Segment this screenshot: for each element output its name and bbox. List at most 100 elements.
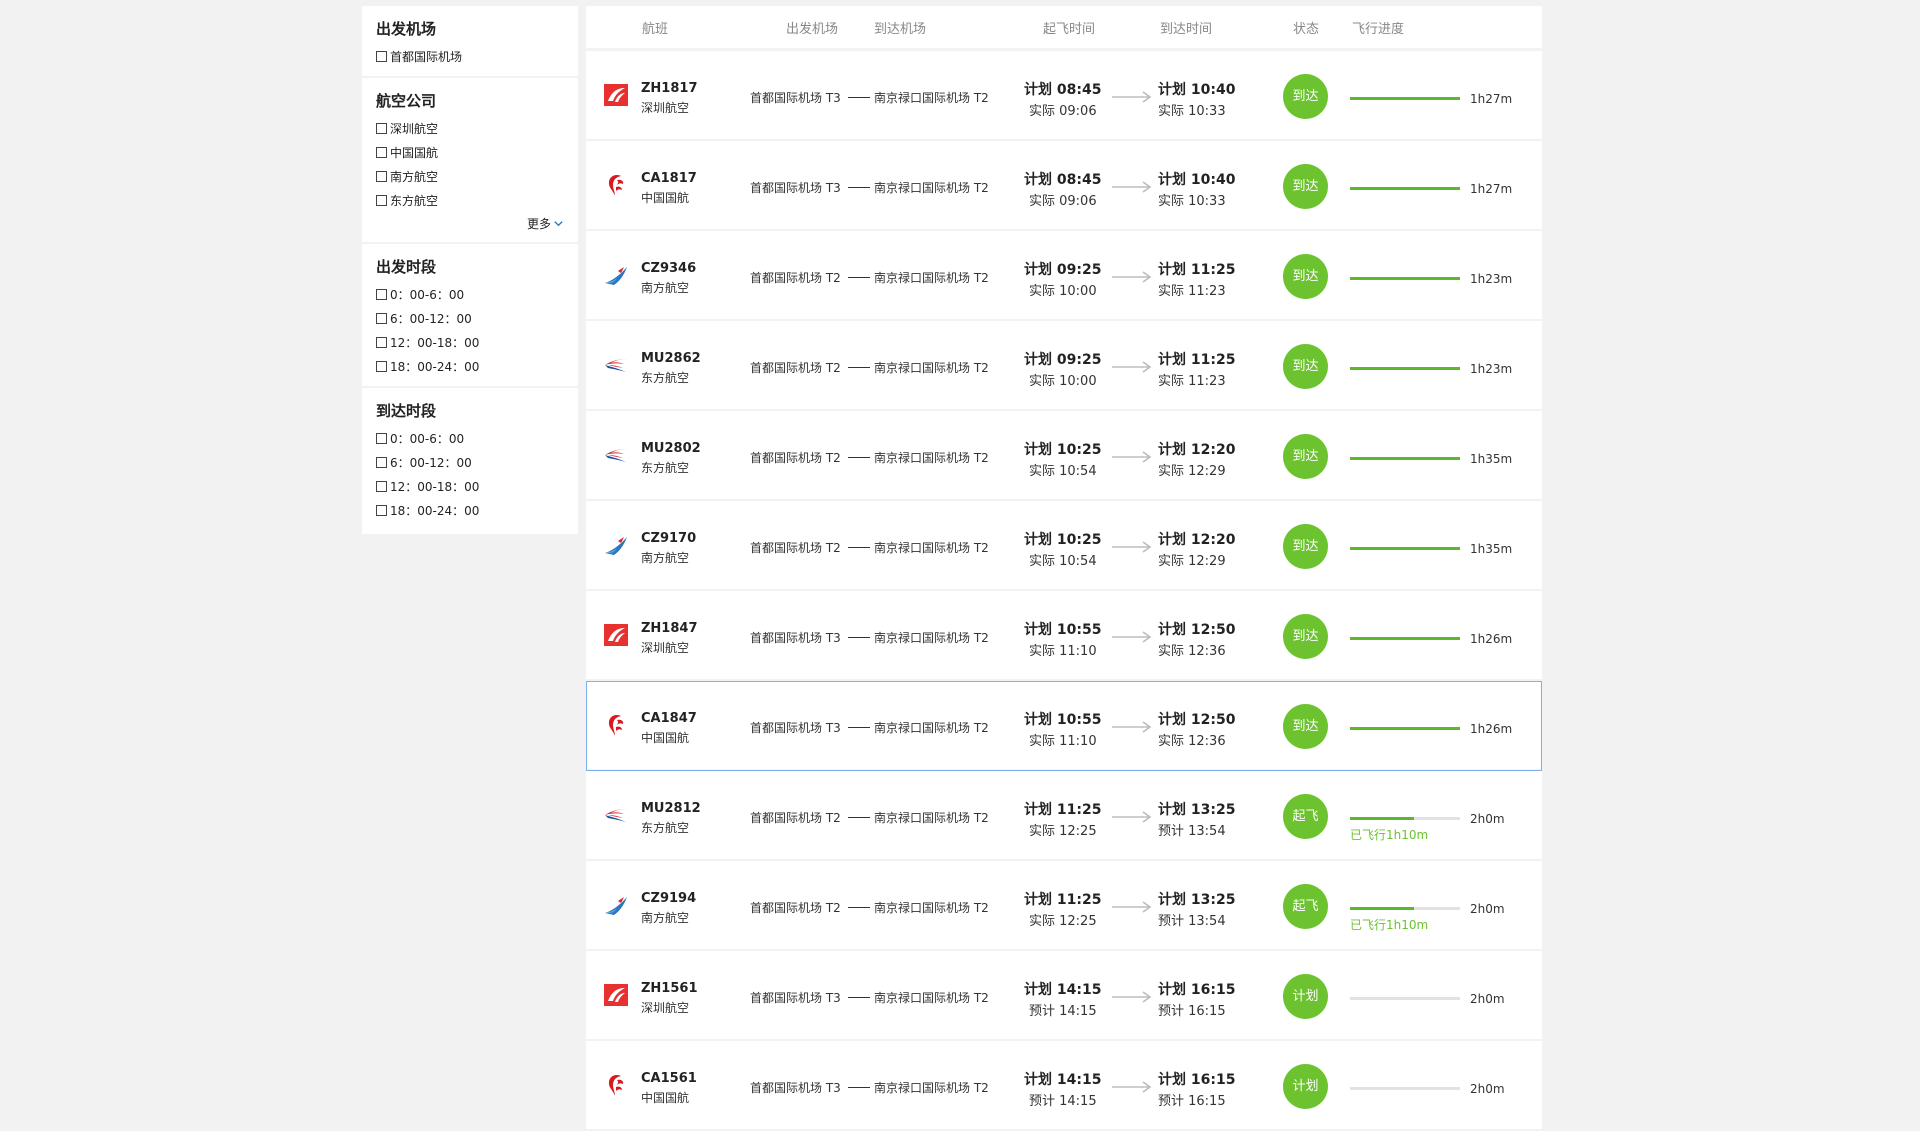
arrow-right-icon (1112, 631, 1152, 643)
flight-row[interactable]: MU2812 东方航空 首都国际机场 T2 南京禄口国际机场 T2 计划 11:… (586, 771, 1542, 861)
flight-duration: 1h27m (1470, 92, 1513, 106)
departure-actual-time: 实际 10:54 (1029, 464, 1097, 479)
flight-duration: 2h0m (1470, 992, 1505, 1006)
checkbox[interactable] (376, 146, 387, 158)
progress-fill (1350, 457, 1460, 460)
flight-number[interactable]: MU2862 (641, 351, 701, 366)
flight-number[interactable]: MU2802 (641, 441, 701, 456)
checkbox[interactable] (376, 336, 387, 348)
checkbox[interactable] (376, 480, 387, 492)
flight-row[interactable]: CA1561 中国国航 首都国际机场 T3 南京禄口国际机场 T2 计划 14:… (586, 1041, 1542, 1131)
filter-option-arrival-time[interactable]: 12：00-18：00 (376, 474, 564, 498)
filter-option-label: 中国国航 (390, 145, 439, 160)
filter-title-departure-time: 出发时段 (376, 258, 437, 276)
flight-number[interactable]: CA1817 (641, 171, 697, 186)
arrival-planned-time: 计划 12:50 (1158, 712, 1236, 728)
progress-fill (1350, 367, 1460, 370)
filter-option-departure-time[interactable]: 12：00-18：00 (376, 330, 564, 354)
arrival-airport: 南京禄口国际机场 T2 (874, 991, 989, 1005)
arrival-actual-time: 实际 10:33 (1158, 104, 1226, 119)
flight-duration: 1h26m (1470, 722, 1513, 736)
flown-time: 已飞行1h10m (1350, 828, 1429, 842)
header-status: 状态 (1293, 22, 1320, 37)
china-eastern-logo-icon (602, 441, 630, 469)
more-airlines-link[interactable]: 更多 (376, 212, 564, 234)
flight-row[interactable]: CA1847 中国国航 首都国际机场 T3 南京禄口国际机场 T2 计划 10:… (586, 681, 1542, 771)
filter-title-departure-airport: 出发机场 (376, 20, 437, 38)
status-badge: 到达 (1283, 704, 1328, 749)
filter-option-departure-time[interactable]: 0：00-6：00 (376, 282, 564, 306)
flight-number[interactable]: ZH1561 (641, 981, 698, 996)
checkbox[interactable] (376, 504, 387, 516)
air-china-logo-icon (602, 1071, 630, 1099)
filter-option-airline[interactable]: 深圳航空 (376, 116, 564, 140)
departure-actual-time: 实际 12:25 (1029, 914, 1097, 929)
flight-number[interactable]: CZ9170 (641, 531, 696, 546)
route-connector (848, 187, 870, 188)
flight-progress-bar (1350, 817, 1460, 820)
departure-planned-time: 计划 11:25 (1024, 892, 1102, 908)
filter-option-airline[interactable]: 东方航空 (376, 188, 564, 212)
filter-option-label: 首都国际机场 (390, 49, 463, 64)
flight-row[interactable]: MU2802 东方航空 首都国际机场 T2 南京禄口国际机场 T2 计划 10:… (586, 411, 1542, 501)
flight-number[interactable]: CZ9194 (641, 891, 696, 906)
header-departure-airport: 出发机场 (786, 22, 839, 37)
filter-option-airline[interactable]: 中国国航 (376, 140, 564, 164)
status-badge: 到达 (1283, 614, 1328, 659)
flight-row[interactable]: CA1817 中国国航 首都国际机场 T3 南京禄口国际机场 T2 计划 08:… (586, 141, 1542, 231)
arrow-right-icon (1112, 451, 1152, 463)
china-eastern-logo-icon (602, 801, 630, 829)
checkbox[interactable] (376, 170, 387, 182)
filter-option-departure-time[interactable]: 6：00-12：00 (376, 306, 564, 330)
status-badge: 到达 (1283, 254, 1328, 299)
flight-row[interactable]: CZ9346 南方航空 首都国际机场 T2 南京禄口国际机场 T2 计划 09:… (586, 231, 1542, 321)
progress-fill (1350, 907, 1414, 910)
filter-group-departure-time: 出发时段 0：00-6：00 6：00-12：00 12：00-18：00 18… (362, 244, 578, 388)
filter-option-arrival-time[interactable]: 0：00-6：00 (376, 426, 564, 450)
arrival-planned-time: 计划 12:20 (1158, 442, 1236, 458)
checkbox[interactable] (376, 312, 387, 324)
flight-number[interactable]: CZ9346 (641, 261, 696, 276)
arrow-right-icon (1112, 541, 1152, 553)
flight-row[interactable]: MU2862 东方航空 首都国际机场 T2 南京禄口国际机场 T2 计划 09:… (586, 321, 1542, 411)
checkbox[interactable] (376, 360, 387, 372)
filter-option-departure-airport[interactable]: 首都国际机场 (376, 44, 564, 68)
flight-number[interactable]: MU2812 (641, 801, 701, 816)
flight-number[interactable]: ZH1817 (641, 81, 698, 96)
flight-row[interactable]: CZ9170 南方航空 首都国际机场 T2 南京禄口国际机场 T2 计划 10:… (586, 501, 1542, 591)
checkbox[interactable] (376, 50, 387, 62)
arrival-planned-time: 计划 13:25 (1158, 802, 1236, 818)
air-china-logo-icon (602, 171, 630, 199)
arrival-planned-time: 计划 13:25 (1158, 892, 1236, 908)
filter-option-arrival-time[interactable]: 18：00-24：00 (376, 498, 564, 522)
filter-option-airline[interactable]: 南方航空 (376, 164, 564, 188)
flight-number[interactable]: ZH1847 (641, 621, 698, 636)
airline-name: 东方航空 (641, 461, 690, 475)
flight-row[interactable]: ZH1561 深圳航空 首都国际机场 T3 南京禄口国际机场 T2 计划 14:… (586, 951, 1542, 1041)
flight-progress-bar (1350, 907, 1460, 910)
table-header: 航班 出发机场 到达机场 起飞时间 到达时间 状态 飞行进度 (586, 6, 1542, 51)
checkbox[interactable] (376, 122, 387, 134)
departure-airport: 首都国际机场 T2 (750, 361, 841, 375)
route-connector (848, 547, 870, 548)
checkbox[interactable] (376, 432, 387, 444)
filter-option-arrival-time[interactable]: 6：00-12：00 (376, 450, 564, 474)
checkbox[interactable] (376, 288, 387, 300)
status-badge: 起飞 (1283, 794, 1328, 839)
filter-option-label: 12：00-18：00 (390, 479, 480, 494)
flight-row[interactable]: ZH1817 深圳航空 首都国际机场 T3 南京禄口国际机场 T2 计划 08:… (586, 51, 1542, 141)
filter-option-departure-time[interactable]: 18：00-24：00 (376, 354, 564, 378)
filter-title-airline: 航空公司 (376, 92, 437, 110)
flight-number[interactable]: CA1561 (641, 1071, 697, 1086)
china-southern-logo-icon (602, 531, 630, 559)
flight-row[interactable]: ZH1847 深圳航空 首都国际机场 T3 南京禄口国际机场 T2 计划 10:… (586, 591, 1542, 681)
flight-progress-bar (1350, 367, 1460, 370)
progress-fill (1350, 187, 1460, 190)
flight-number[interactable]: CA1847 (641, 711, 697, 726)
checkbox[interactable] (376, 456, 387, 468)
arrival-actual-time: 实际 12:29 (1158, 464, 1226, 479)
flight-progress-bar (1350, 187, 1460, 190)
flight-row[interactable]: CZ9194 南方航空 首都国际机场 T2 南京禄口国际机场 T2 计划 11:… (586, 861, 1542, 951)
departure-airport: 首都国际机场 T3 (750, 181, 841, 195)
checkbox[interactable] (376, 194, 387, 206)
